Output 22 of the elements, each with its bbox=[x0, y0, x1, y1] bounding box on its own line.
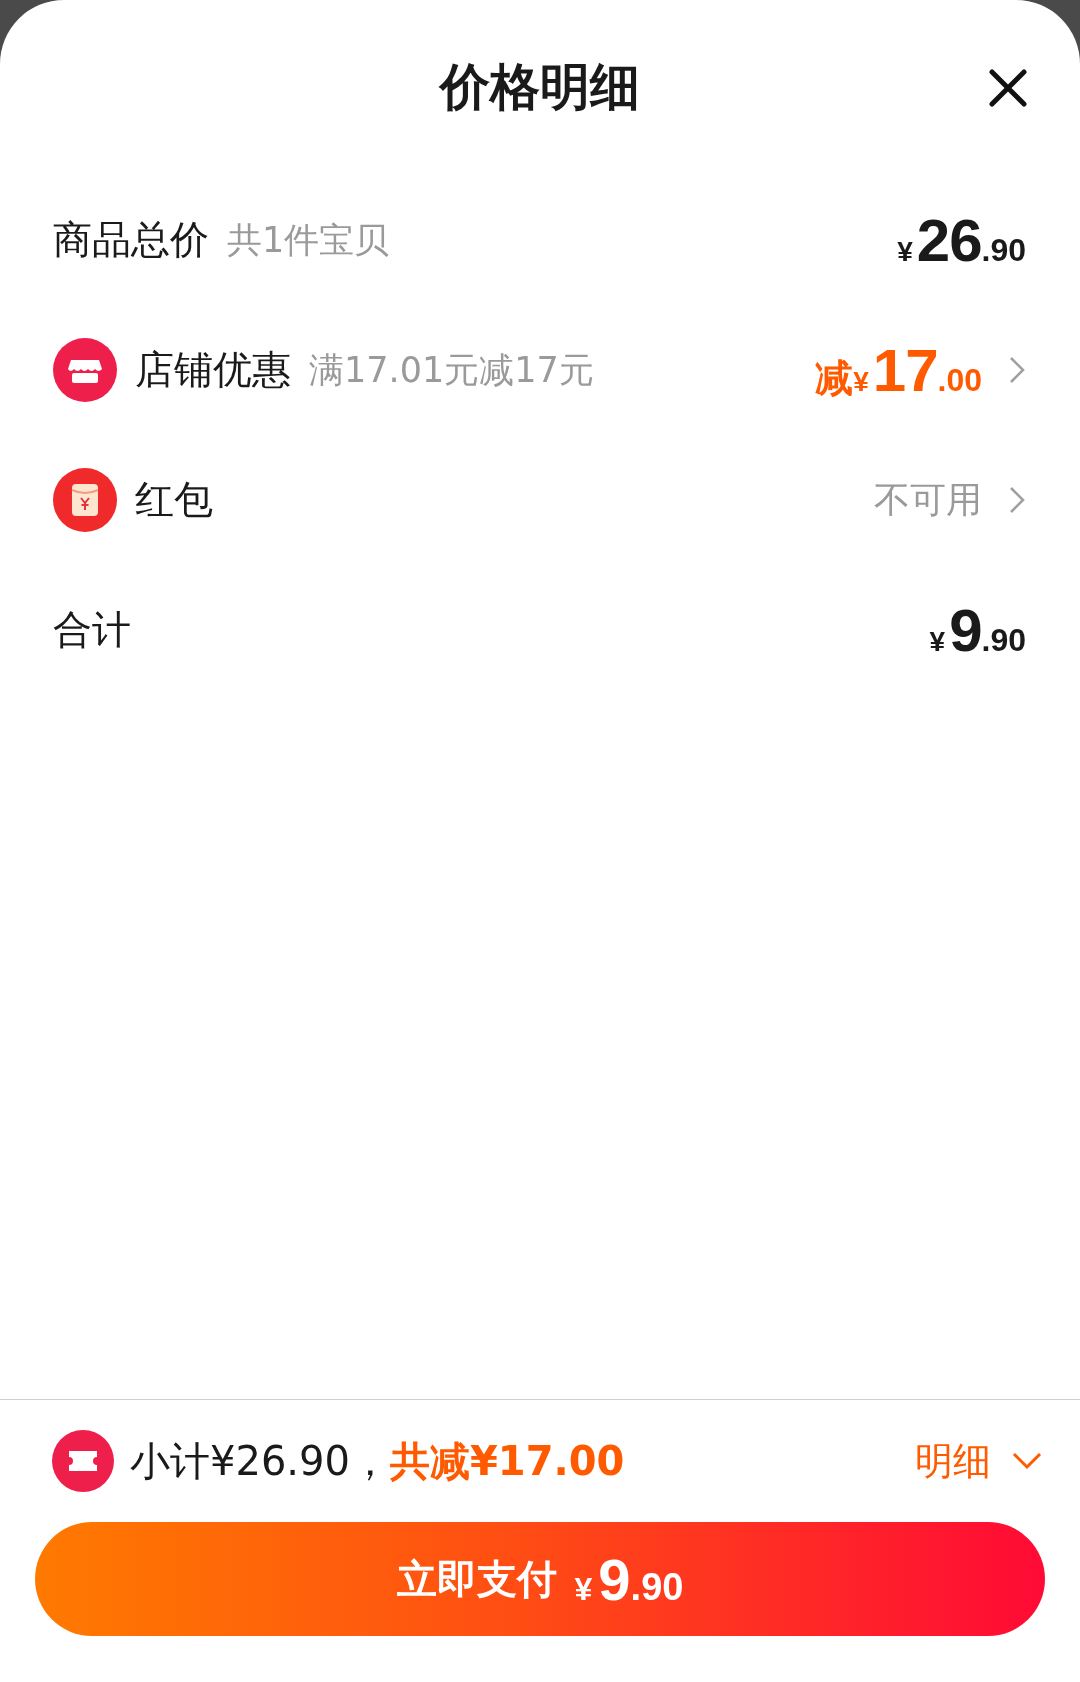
sheet-title: 价格明细 bbox=[440, 57, 640, 118]
chevron-right-icon bbox=[1008, 485, 1026, 515]
envelope-icon bbox=[53, 468, 117, 532]
row-label: 商品总价 bbox=[53, 216, 209, 264]
price-text: ¥26.90 bbox=[897, 205, 1026, 275]
row-note: 共1件宝贝 bbox=[227, 218, 390, 262]
close-icon[interactable] bbox=[986, 66, 1030, 110]
row-note: 满17.01元减17元 bbox=[309, 348, 594, 392]
status-text: 不可用 bbox=[874, 477, 982, 522]
pay-button[interactable]: 立即支付 ¥9.90 bbox=[35, 1522, 1045, 1636]
store-icon bbox=[53, 338, 117, 402]
price-text: ¥9.90 bbox=[929, 595, 1026, 665]
subtotal-text: 小计¥26.90， bbox=[130, 1436, 390, 1486]
discount-total-text: 共减¥17.00 bbox=[389, 1436, 625, 1486]
chevron-down-icon bbox=[1011, 1451, 1043, 1471]
row-label: 店铺优惠 bbox=[135, 346, 291, 394]
chevron-right-icon bbox=[1008, 355, 1026, 385]
ticket-icon bbox=[52, 1430, 114, 1492]
discount-amount: 减¥17.00 bbox=[815, 335, 982, 405]
row-label: 红包 bbox=[135, 476, 213, 524]
details-toggle[interactable]: 明细 bbox=[915, 1435, 1043, 1487]
row-label: 合计 bbox=[53, 606, 131, 654]
